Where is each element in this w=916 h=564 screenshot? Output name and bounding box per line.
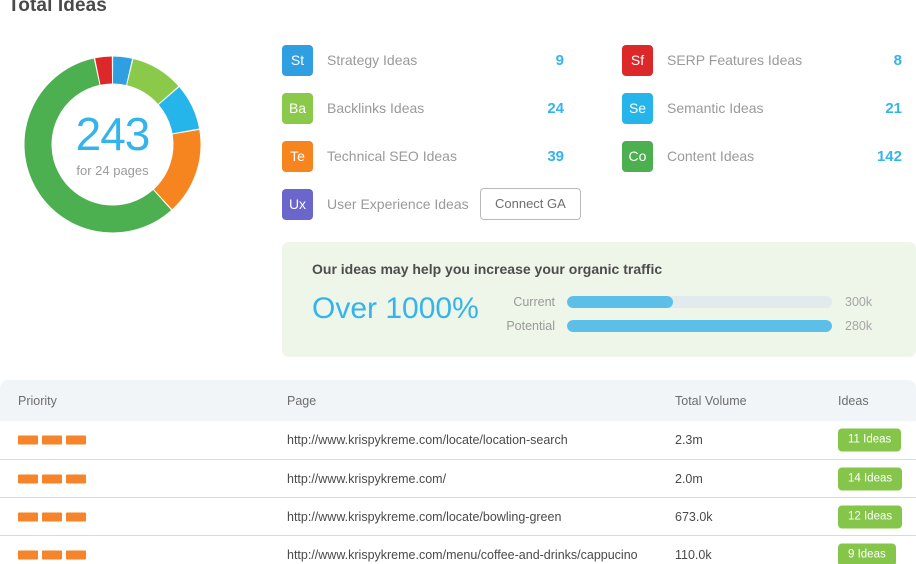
ideas-badge[interactable]: 9 Ideas: [838, 543, 896, 564]
priority-indicator: [18, 474, 86, 483]
priority-indicator: [18, 435, 86, 445]
legend-value: 21: [885, 99, 902, 117]
connect-ga-button[interactable]: Connect GA: [480, 188, 581, 220]
legend-label: Content Ideas: [667, 148, 755, 164]
legend-row[interactable]: Te Technical SEO Ideas 39: [282, 132, 582, 180]
priority-bar: [66, 550, 86, 559]
total-ideas-donut-chart: 243 for 24 pages: [5, 37, 220, 252]
legend-chip-ba-icon: Ba: [282, 92, 313, 124]
traffic-bar-label: Current: [513, 295, 555, 309]
traffic-bar-amount: 280k: [845, 319, 873, 333]
legend-row[interactable]: Ux User Experience Ideas Connect GA: [282, 180, 582, 228]
page-url[interactable]: http://www.krispykreme.com/: [287, 472, 446, 486]
legend-chip-ux-icon: Ux: [282, 188, 313, 220]
column-header-ideas: Ideas: [838, 393, 869, 408]
table-row[interactable]: http://www.krispykreme.com/locate/locati…: [0, 421, 916, 459]
legend-label: Strategy Ideas: [327, 52, 418, 68]
legend-column-right: Sf SERP Features Ideas 8 Se Semantic Ideas 21…: [622, 36, 912, 180]
legend-value: 142: [876, 147, 902, 165]
traffic-bar-fill: [567, 320, 832, 332]
traffic-increase-headline: Over 1000%: [312, 292, 479, 325]
table-header-row: Priority Page Total Volume Ideas: [0, 380, 916, 421]
legend-row[interactable]: Co Content Ideas 142: [622, 132, 912, 180]
legend-chip-se-icon: Se: [622, 92, 653, 124]
total-volume-value: 2.0m: [675, 471, 703, 486]
legend-label: Technical SEO Ideas: [327, 148, 457, 164]
table-row[interactable]: http://www.krispykreme.com/locate/bowlin…: [0, 497, 916, 535]
table-body: http://www.krispykreme.com/locate/locati…: [0, 421, 916, 564]
page-url[interactable]: http://www.krispykreme.com/locate/locati…: [287, 433, 568, 447]
legend-value: 24: [547, 99, 564, 117]
traffic-panel-title: Our ideas may help you increase your org…: [312, 261, 663, 277]
legend-row[interactable]: Sf SERP Features Ideas 8: [622, 36, 912, 84]
traffic-bar-row: Current 300k: [497, 290, 887, 314]
traffic-bar-list: Current 300k Potential 280k: [497, 290, 887, 338]
total-volume-value: 2.3m: [675, 433, 703, 447]
legend-chip-st-icon: St: [282, 44, 313, 76]
legend-row[interactable]: Ba Backlinks Ideas 24: [282, 84, 582, 132]
legend-column-left: St Strategy Ideas 9 Ba Backlinks Ideas 24 Te Te…: [282, 36, 582, 228]
legend-label: User Experience Ideas: [327, 196, 469, 212]
priority-bar: [18, 550, 38, 559]
priority-bar: [18, 474, 38, 483]
traffic-bar-row: Potential 280k: [497, 314, 887, 338]
priority-bar: [42, 512, 62, 521]
ideas-badge[interactable]: 12 Ideas: [838, 505, 903, 528]
pages-table: Priority Page Total Volume Ideas http://…: [0, 380, 916, 564]
traffic-bar-fill: [567, 296, 673, 308]
donut-total-value: 243: [75, 108, 151, 160]
column-header-priority: Priority: [18, 393, 57, 408]
legend-value: 39: [547, 147, 564, 165]
priority-bar: [42, 474, 62, 483]
priority-bar: [18, 512, 38, 521]
legend-value: 9: [555, 51, 564, 69]
table-row[interactable]: http://www.krispykreme.com/2.0m 14 Ideas: [0, 459, 916, 497]
ideas-cell: 9 Ideas: [838, 543, 896, 564]
column-header-total-volume: Total Volume: [675, 393, 747, 408]
page-url[interactable]: http://www.krispykreme.com/locate/bowlin…: [287, 510, 561, 524]
donut-center-label: 243 for 24 pages: [5, 37, 220, 252]
organic-traffic-panel: Our ideas may help you increase your org…: [282, 242, 916, 357]
traffic-bar-track: [567, 320, 832, 332]
priority-indicator: [18, 550, 86, 559]
priority-bar: [42, 550, 62, 559]
page-url[interactable]: http://www.krispykreme.com/menu/coffee-a…: [287, 548, 638, 562]
total-volume-value: 673.0k: [675, 509, 713, 524]
legend-chip-te-icon: Te: [282, 140, 313, 172]
traffic-bar-label: Potential: [506, 319, 555, 333]
table-row[interactable]: http://www.krispykreme.com/menu/coffee-a…: [0, 535, 916, 564]
priority-bar: [18, 435, 38, 445]
total-volume-value: 110.0k: [675, 547, 712, 562]
ideas-cell: 12 Ideas: [838, 505, 903, 528]
ideas-cell: 14 Ideas: [838, 467, 903, 490]
traffic-bar-track: [567, 296, 832, 308]
traffic-bar-amount: 300k: [845, 295, 873, 309]
legend-label: Semantic Ideas: [667, 100, 764, 116]
page-title: Total Ideas: [8, 0, 107, 16]
donut-subtitle: for 24 pages: [76, 163, 149, 178]
priority-bar: [42, 435, 62, 445]
legend-chip-co-icon: Co: [622, 140, 653, 172]
ideas-badge[interactable]: 11 Ideas: [838, 428, 902, 452]
legend-row[interactable]: Se Semantic Ideas 21: [622, 84, 912, 132]
legend-label: SERP Features Ideas: [667, 52, 803, 68]
legend-value: 8: [893, 51, 902, 69]
dashboard-root: Total Ideas 243 for 24 pages St Strategy …: [0, 0, 916, 564]
priority-bar: [66, 474, 86, 483]
priority-indicator: [18, 512, 86, 521]
legend-chip-sf-icon: Sf: [622, 44, 653, 76]
ideas-cell: 11 Ideas: [838, 428, 902, 452]
ideas-badge[interactable]: 14 Ideas: [838, 467, 903, 490]
legend-row[interactable]: St Strategy Ideas 9: [282, 36, 582, 84]
priority-bar: [66, 512, 86, 521]
column-header-page: Page: [287, 393, 317, 408]
legend-label: Backlinks Ideas: [327, 100, 425, 116]
priority-bar: [66, 435, 86, 445]
